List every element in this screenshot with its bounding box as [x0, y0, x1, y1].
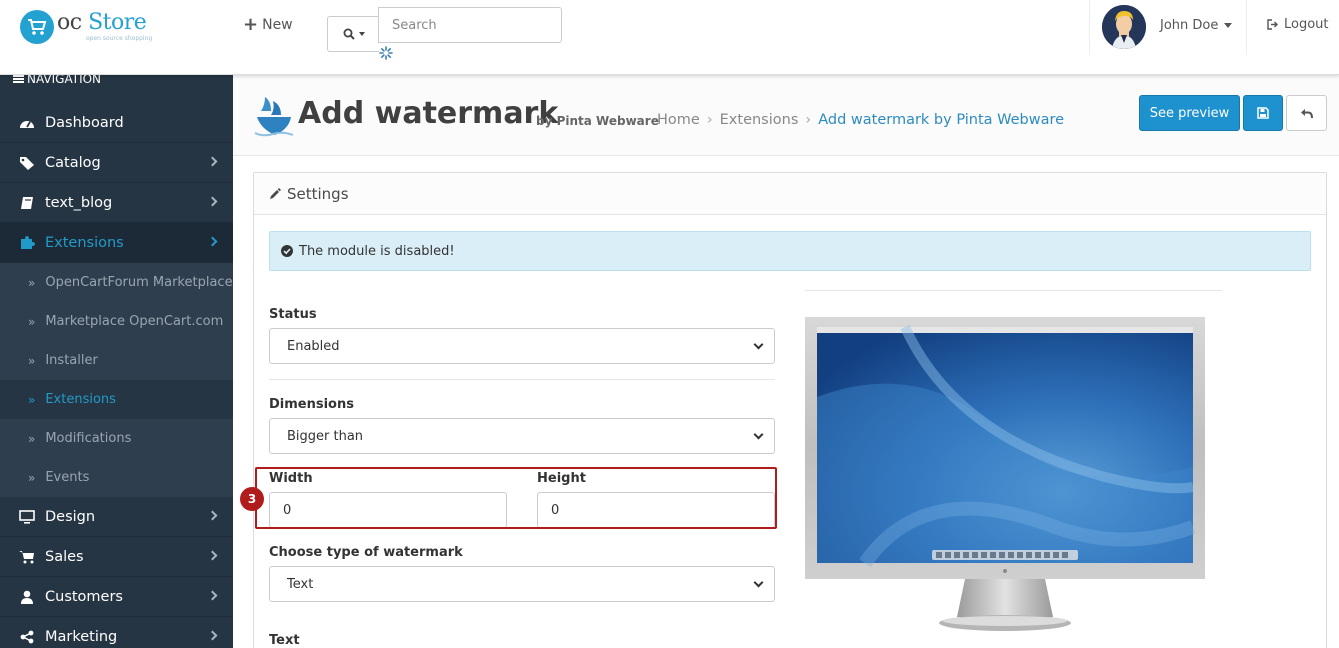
chevron-right-icon	[207, 236, 218, 247]
loading-spinner-icon	[379, 46, 393, 60]
top-header: oc Store open source shopping + New Sear…	[0, 0, 1339, 75]
sidebar-subitem-marketplace-opencart[interactable]: » Marketplace OpenCart.com	[0, 302, 233, 341]
save-button[interactable]	[1243, 95, 1283, 131]
divider	[269, 379, 775, 380]
double-chevron-icon: »	[28, 353, 36, 368]
page-header: Add watermark by Pinta Webware Home › Ex…	[233, 75, 1339, 156]
double-chevron-icon: »	[28, 275, 36, 290]
watermark-type-label: Choose type of watermark	[269, 545, 463, 560]
navigation-heading: NAVIGATION	[13, 75, 101, 86]
panel-heading: Settings	[254, 173, 1326, 215]
page-subtitle: by Pinta Webware	[536, 114, 659, 128]
dimensions-label: Dimensions	[269, 397, 354, 412]
chevron-down-icon	[753, 577, 764, 588]
step-number-badge: 3	[240, 487, 264, 511]
page-title: Add watermark	[298, 96, 559, 131]
reply-icon	[1301, 108, 1313, 118]
sidebar-item-extensions[interactable]: Extensions	[0, 223, 233, 263]
desktop-icon	[18, 508, 36, 526]
chevron-right-icon	[207, 510, 218, 521]
search-icon	[343, 28, 355, 40]
sidebar: NAVIGATION Dashboard Catalog text_blog E…	[0, 75, 233, 648]
avatar	[1102, 5, 1146, 49]
puzzle-icon	[18, 234, 36, 252]
watermark-type-select[interactable]: Text	[269, 566, 775, 602]
chevron-down-icon	[753, 429, 764, 440]
sidebar-item-text-blog[interactable]: text_blog	[0, 183, 233, 223]
chevron-right-icon	[207, 196, 218, 207]
module-disabled-alert: The module is disabled!	[269, 231, 1311, 271]
logo-text: oc Store	[57, 10, 147, 35]
book-icon	[18, 194, 36, 212]
dimensions-select[interactable]: Bigger than	[269, 418, 775, 454]
search-scope-button[interactable]	[327, 16, 379, 52]
user-name: John Doe	[1160, 18, 1219, 33]
double-chevron-icon: »	[28, 470, 36, 485]
breadcrumb-current[interactable]: Add watermark by Pinta Webware	[818, 112, 1064, 128]
sign-out-icon	[1267, 19, 1278, 30]
main-content: Add watermark by Pinta Webware Home › Ex…	[233, 75, 1339, 648]
sidebar-subitem-events[interactable]: » Events	[0, 458, 233, 497]
cart-logo-icon	[20, 10, 54, 44]
sidebar-subitem-extensions[interactable]: » Extensions	[0, 380, 233, 419]
back-button[interactable]	[1286, 95, 1327, 131]
sidebar-item-customers[interactable]: Customers	[0, 577, 233, 617]
watermark-preview-image	[805, 317, 1205, 631]
logout-link[interactable]: Logout	[1267, 17, 1329, 32]
double-chevron-icon: »	[28, 314, 36, 329]
double-chevron-icon: »	[28, 392, 36, 407]
ship-logo-icon	[254, 97, 294, 137]
dashboard-icon	[18, 114, 36, 132]
search-input[interactable]	[378, 7, 562, 43]
divider	[805, 290, 1222, 291]
text-label: Text	[269, 633, 300, 648]
sidebar-item-sales[interactable]: Sales	[0, 537, 233, 577]
check-circle-icon	[281, 245, 293, 257]
save-icon	[1257, 107, 1269, 119]
logo-tagline: open source shopping	[86, 35, 153, 42]
chevron-right-icon	[207, 630, 218, 641]
status-label: Status	[269, 307, 317, 322]
tags-icon	[18, 154, 36, 172]
plus-icon: +	[243, 14, 259, 35]
breadcrumb-extensions[interactable]: Extensions	[720, 112, 799, 128]
user-menu[interactable]: John Doe	[1089, 0, 1247, 55]
status-select[interactable]: Enabled	[269, 328, 775, 364]
highlight-annotation-box	[255, 467, 777, 529]
sidebar-item-catalog[interactable]: Catalog	[0, 143, 233, 183]
breadcrumb: Home › Extensions › Add watermark by Pin…	[657, 112, 1064, 128]
sidebar-subitem-opencartforum-marketplace[interactable]: » OpenCartForum Marketplace	[0, 263, 233, 302]
new-label: New	[262, 17, 293, 33]
chevron-down-icon	[753, 339, 764, 350]
cart-icon	[18, 548, 36, 566]
user-icon	[18, 588, 36, 606]
logout-label: Logout	[1284, 17, 1329, 32]
chevron-right-icon	[207, 550, 218, 561]
sidebar-subitem-installer[interactable]: » Installer	[0, 341, 233, 380]
new-button[interactable]: + New	[243, 14, 293, 35]
ocstore-logo[interactable]: oc Store open source shopping	[20, 8, 160, 48]
breadcrumb-home[interactable]: Home	[657, 112, 700, 128]
caret-down-icon	[1224, 23, 1232, 28]
sidebar-item-design[interactable]: Design	[0, 497, 233, 537]
settings-panel: Settings The module is disabled! Status …	[240, 172, 1327, 648]
chevron-right-icon	[207, 156, 218, 167]
caret-down-icon	[358, 32, 365, 36]
chevron-right-icon	[207, 590, 218, 601]
see-preview-button[interactable]: See preview	[1139, 95, 1240, 131]
breadcrumb-separator: ›	[805, 112, 812, 128]
pencil-icon	[270, 187, 281, 199]
sidebar-item-marketing[interactable]: Marketing	[0, 617, 233, 648]
double-chevron-icon: »	[28, 431, 36, 446]
share-icon	[18, 628, 36, 646]
bars-icon	[13, 75, 24, 83]
breadcrumb-separator: ›	[706, 112, 713, 128]
sidebar-subitem-modifications[interactable]: » Modifications	[0, 419, 233, 458]
sidebar-item-dashboard[interactable]: Dashboard	[0, 103, 233, 143]
